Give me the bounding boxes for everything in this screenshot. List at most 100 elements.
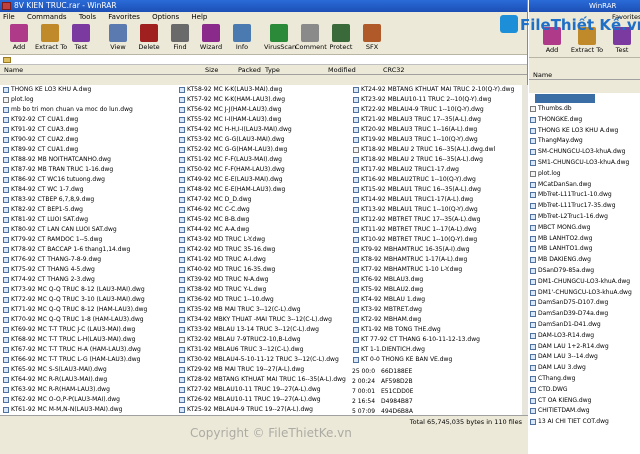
list-item[interactable]: KT80-92 CT LAN CAN LUOI SAT.dwg [2,225,177,235]
list-item[interactable]: KT43-92 MD TRUC L-Y.dwg [178,235,350,245]
list-item[interactable]: KT72-92 MC Q-Q TRUC 3-10 (LAU3-MAI).dwg [2,295,177,305]
list-item[interactable]: KT22-92 MBLAU4-9 TRUC 1--10(Q-Y).dwg [352,105,520,115]
list-item[interactable]: CThang.dwg [529,374,640,385]
list-item[interactable]: DamSanD1-D41.dwg [529,320,640,331]
list-item[interactable]: MB LANHTO2.dwg [529,234,640,245]
pane2-selected-row[interactable] [535,94,595,103]
list-item[interactable]: KT28-92 MBTANG KTHUAT MAI TRUC 16--35(A-… [178,375,350,385]
list-item[interactable]: KT86-92 CT WC16 tutuong.dwg [2,175,177,185]
tb-protect-button[interactable]: Protect [326,21,356,54]
list-item[interactable]: KT26-92 MBLAU10-11 TRUC 19--27(A-L).dwg [178,395,350,405]
list-item[interactable]: KT55-92 MC I-I(HAM-LAU3).dwg [178,115,350,125]
list-item[interactable]: KT65-92 MC S-S(LAU3-MAI).dwg [2,365,177,375]
list-item[interactable]: KT52-92 MC G-G(HAM-LAU3).dwg [178,145,350,155]
col-modified[interactable]: Modified [328,65,356,75]
list-item[interactable]: KT 1-1.DIENTICH.dwg [352,345,520,355]
list-item[interactable]: KT56-92 MC J-J(HAM-LAU3).dwg [178,105,350,115]
list-item[interactable]: Thumbs.db [529,104,640,115]
list-item[interactable]: DAM LAU 1+2-R14.dwg [529,342,640,353]
list-item[interactable]: ThangMay.dwg [529,136,640,147]
list-item[interactable]: KT51-92 MC F-F(LAU3-MAI).dwg [178,155,350,165]
list-item[interactable]: SM-CHUNGCU-LO3-khuA.dwg [529,147,640,158]
list-item[interactable]: KT71-92 MC Q-Q TRUC 8-12 (HAM-LAU3).dwg [2,305,177,315]
menu-tools[interactable]: Tools [79,13,96,21]
list-item[interactable]: MB DAKIENG.dwg [529,255,640,266]
list-item[interactable]: DamSanD39-D74a.dwg [529,309,640,320]
list-item[interactable]: THONGKE.dwg [529,115,640,126]
list-item[interactable]: 13 AI CHI TIET COT.dwg [529,417,640,428]
list-item[interactable]: KT48-92 MC E-E(HAM-LAU3).dwg [178,185,350,195]
list-item[interactable]: KT76-92 CT THANG-7-8-9.dwg [2,255,177,265]
col-type[interactable]: Type [265,65,280,75]
list-item[interactable]: DAM-LO3-R14.dwg [529,331,640,342]
tb-virusscan-button[interactable]: VirusScan [264,21,296,54]
list-item[interactable]: KT6-92 MBLAU3.dwg [352,275,520,285]
list-item[interactable]: KT1-92 MB TONG THE.dwg [352,325,520,335]
list-item[interactable]: KT87-92 MB TRAN TRUC 1-16.dwg [2,165,177,175]
list-item[interactable]: KT74-92 CT THANG 2-3.dwg [2,275,177,285]
list-item[interactable]: SM1-CHUNGCU-LO3-khuA.dwg [529,158,640,169]
tb-view-button[interactable]: View [103,21,133,54]
list-item[interactable]: KT19-92 MBLAU3 TRUC 1--10(Q-Y).dwg [352,135,520,145]
list-item[interactable]: KT69-92 MC T-T TRUC J-C (LAU3-MAI).dwg [2,325,177,335]
list-item[interactable]: KT68-92 MC T-T TRUC L-H(LAU3-MAI).dwg [2,335,177,345]
list-item[interactable]: KT42-92 MD TRUC 35-16.dwg [178,245,350,255]
list-item[interactable]: KT63-92 MC R-R(HAM-LAU3).dwg [2,385,177,395]
list-item[interactable]: KT11-92 MBTRET TRUC 1--17(A-L).dwg [352,225,520,235]
list-item[interactable]: KT12-92 MBTRET TRUC 17--35(A-L).dwg [352,215,520,225]
list-item[interactable]: KT70-92 MC Q-Q TRUC 1-8 (HAM-LAU3).dwg [2,315,177,325]
vertical-scrollbar[interactable] [522,85,528,415]
list-item[interactable]: KT61-92 MC M-M,N-N(LAU3-MAI).dwg [2,405,177,415]
tb-extract-to-button[interactable]: Extract To [35,21,67,54]
list-item[interactable]: KT10-92 MBTRET TRUC 1--10(Q-Y).dwg [352,235,520,245]
list-item[interactable]: DM1-CHUNGCU-LO3-khuA.dwg [529,277,640,288]
list-item[interactable]: MBCT MONG.dwg [529,223,640,234]
list-item[interactable]: mb bo tri mon chuan va moc do lun.dwg [2,105,177,115]
tb-info-button[interactable]: Info [227,21,257,54]
list-item[interactable]: KT29-92 MB MAI TRUC 19--27(A-L).dwg [178,365,350,375]
list-item[interactable]: KT45-92 MC B-B.dwg [178,215,350,225]
list-item[interactable]: KT18-92 MBLAU 2 TRUC 16--35(A-L).dwg.dwl [352,145,520,155]
list-item[interactable]: DM1'-CHUNGCU-LO3-khuA.dwg [529,288,640,299]
list-item[interactable]: KT15-92 MBLAU1 TRUC 16--35(A-L).dwg [352,185,520,195]
list-item[interactable]: KT30-92 MBLAU4-5-10-11-12 TRUC 3--12(C-L… [178,355,350,365]
col-crc[interactable]: CRC32 [383,65,405,75]
list-item[interactable]: KT54-92 MC H-H,I-I(LAU3-MAI).dwg [178,125,350,135]
list-item[interactable]: CTD.DWG [529,385,640,396]
list-item[interactable]: KT20-92 MBLAU3 TRUC 1--16(A-L).dwg [352,125,520,135]
list-item[interactable]: KT7-92 MBHAMTRUC 1-10 L-Y.dwg [352,265,520,275]
tb-test-button[interactable]: Test [66,21,96,54]
list-item[interactable]: KT23-92 MBLAU10-11 TRUC 2--10(Q-Y).dwg [352,95,520,105]
list-item[interactable]: KT47-92 MC D_D.dwg [178,195,350,205]
list-item[interactable]: KT33-92 MBLAU 13-14 TRUC 3--12(C-L).dwg [178,325,350,335]
list-item[interactable]: KT39-92 MD TRUC N-A.dwg [178,275,350,285]
list-item[interactable]: KT16-92 MBLAU2TRUC 1--10(Q-Y).dwg [352,175,520,185]
list-item[interactable]: KT82-92 CT BEP1-5.dwg [2,205,177,215]
list-item[interactable]: KT73-92 MC Q-Q TRUC 8-12 (LAU3-MAI).dwg [2,285,177,295]
tb-sfx-button[interactable]: SFX [357,21,387,54]
list-item[interactable]: KT3-92 MBTRET.dwg [352,305,520,315]
pane2-file-list[interactable]: Thumbs.db THONGKE.dwg THONG KE LO3 KHU A.d… [529,93,640,454]
pane2-col-name[interactable]: Name [529,70,640,80]
list-item[interactable]: KT92-92 CT CUA1.dwg [2,115,177,125]
list-item[interactable]: DamSanD75-D107.dwg [529,298,640,309]
list-item[interactable]: KT17-92 MBLAU2 TRUC1-17.dwg [352,165,520,175]
list-item[interactable]: CHITIETDAM.dwg [529,406,640,417]
list-item[interactable]: CT OA KIENG.dwg [529,396,640,407]
tb-delete-button[interactable]: Delete [134,21,164,54]
list-item[interactable]: KT89-92 CT CUA1.dwg [2,145,177,155]
list-item[interactable]: KT 77-92 CT THANG 6-10-11-12-13.dwg [352,335,520,345]
list-item[interactable]: KT62-92 MC O-O,P-P(LAU3-MAI).dwg [2,395,177,405]
list-item[interactable]: KT79-92 CT RAMDOC 1--5.dwg [2,235,177,245]
list-item[interactable]: KT13-92 MBLAU1 TRUC 1--10(Q-Y).dwg [352,205,520,215]
col-name[interactable]: Name [4,65,23,75]
list-item[interactable]: plot.log [2,95,177,105]
list-item[interactable]: KT40-92 MD TRUC 16-35.dwg [178,265,350,275]
up-folder-icon[interactable] [3,57,11,63]
list-item[interactable]: KT31-92 MBLAU6 TRUC 3--12(C-L).dwg [178,345,350,355]
list-item[interactable]: KT49-92 MC E-E(LAU3-MAI).dwg [178,175,350,185]
file-list[interactable]: THONG KE LO3 KHU A.dwg plot.log mb bo tri … [0,85,528,415]
list-item[interactable]: KT53-92 MC G-G(LAU3-MAI).dwg [178,135,350,145]
address-bar[interactable] [0,55,527,65]
list-item[interactable]: MbTret-L11Truc17-35.dwg [529,201,640,212]
